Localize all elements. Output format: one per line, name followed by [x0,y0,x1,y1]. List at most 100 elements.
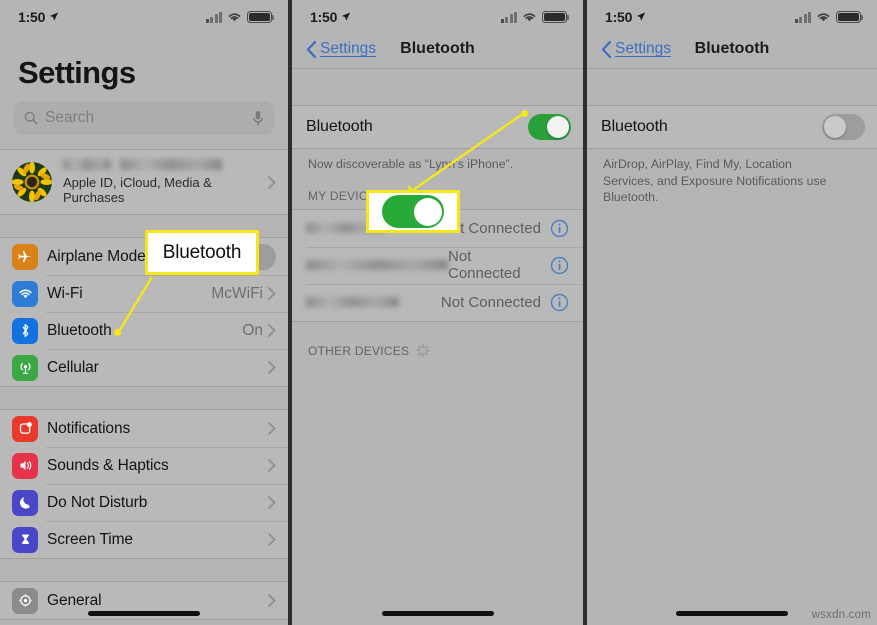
back-button[interactable]: Settings [601,40,671,58]
info-circle-icon[interactable] [550,293,569,312]
chevron-right-icon [268,533,276,546]
phone-panel-bluetooth-off: 1:50 Settings Bluetooth Bluetooth AirDro… [587,0,877,625]
sidebar-item-bluetooth[interactable]: Bluetooth On [0,312,288,349]
row-label: Notifications [47,419,131,437]
other-devices-header: OTHER DEVICES [292,322,583,364]
apple-id-row[interactable]: Apple ID, iCloud, Media & Purchases [0,150,288,214]
search-placeholder: Search [45,109,95,126]
airplane-icon [12,243,38,270]
chevron-right-icon [268,594,276,607]
device-row[interactable]: Not Connected [292,283,583,321]
device-row[interactable]: Not Connected [292,246,583,284]
battery-icon [836,11,864,23]
sidebar-item-wifi[interactable]: Wi-Fi McWiFi [0,275,288,312]
cellular-bars-icon [205,11,222,23]
location-arrow-icon [637,11,646,21]
bluetooth-toggle-group: Bluetooth [587,105,877,149]
chevron-right-icon [268,361,276,374]
home-indicator [676,611,788,616]
alerts-group: Notifications Sounds & Haptics Do Not Di… [0,409,288,559]
bluetooth-toggle-group: Bluetooth [292,105,583,149]
chevron-right-icon [268,287,276,300]
device-name-redacted [306,260,448,271]
sidebar-item-do-not-disturb[interactable]: Do Not Disturb [0,484,288,521]
row-label: Wi-Fi [47,284,83,302]
device-row[interactable]: Not Connected [292,210,583,247]
status-bar: 1:50 [0,0,288,30]
my-devices-header: MY DEVICES [308,188,385,203]
bluetooth-toggle[interactable] [528,114,571,140]
screenshot-stage: 1:50 Settings Search Apple ID, iCloud, M… [0,0,877,625]
info-circle-icon[interactable] [550,219,569,238]
page-title: Settings [18,55,136,90]
chevron-left-icon [601,40,612,58]
chevron-right-icon [268,459,276,472]
wifi-icon [228,13,241,22]
apple-id-subtitle: Apple ID, iCloud, Media & Purchases [63,175,212,205]
row-value: McWiFi [211,284,263,302]
battery-icon [247,11,275,23]
home-indicator [381,611,494,616]
info-circle-icon[interactable] [550,256,569,275]
row-value: On [242,321,263,339]
search-input[interactable]: Search [14,101,274,135]
speaker-icon [12,452,38,479]
activity-spinner-icon [416,344,430,358]
moon-icon [12,489,38,516]
row-label: Screen Time [47,530,133,548]
bluetooth-toggle-row[interactable]: Bluetooth [292,106,583,148]
phone-panel-bluetooth-on: 1:50 Settings Bluetooth Bluetooth Now di… [292,0,583,625]
cellular-bars-icon [794,11,811,23]
bluetooth-usage-footnote: AirDrop, AirPlay, Find My, Location Serv… [603,157,827,205]
device-status: Not Connected [440,219,541,237]
chevron-right-icon [268,175,276,189]
status-time: 1:50 [18,9,46,25]
notifications-icon [12,415,38,442]
sidebar-item-sounds-haptics[interactable]: Sounds & Haptics [0,447,288,484]
back-button[interactable]: Settings [306,40,376,58]
device-name-redacted [306,223,441,234]
microphone-icon[interactable] [252,110,264,127]
connectivity-group: Airplane Mode Wi-Fi McWiFi Bluetooth On … [0,237,288,387]
home-indicator [88,611,200,616]
row-label: Cellular [47,358,99,376]
status-time: 1:50 [310,9,338,25]
apple-id-group: Apple ID, iCloud, Media & Purchases [0,149,288,215]
wifi-icon [817,13,830,22]
account-name-redacted [63,159,268,170]
wifi-icon [12,280,38,307]
location-arrow-icon [50,11,59,21]
device-status: Not Connected [448,248,521,283]
back-label: Settings [615,40,672,57]
cellular-antenna-icon [12,354,38,381]
row-label: Sounds & Haptics [47,456,169,474]
row-label: Bluetooth [47,321,112,339]
device-name-redacted [306,297,441,308]
watermark: wsxdn.com [811,609,871,621]
chevron-right-icon [268,324,276,337]
sidebar-item-airplane-mode[interactable]: Airplane Mode [0,238,288,275]
location-arrow-icon [342,11,351,21]
bluetooth-label: Bluetooth [601,118,668,135]
bluetooth-icon [12,317,38,344]
airplane-mode-toggle[interactable] [233,243,276,270]
sidebar-item-cellular[interactable]: Cellular [0,349,288,386]
row-label: Airplane Mode [47,247,146,265]
hourglass-icon [12,526,38,553]
bluetooth-toggle-row[interactable]: Bluetooth [587,106,877,148]
nav-bar: Settings Bluetooth [292,30,583,68]
status-bar: 1:50 [587,0,877,30]
chevron-right-icon [268,496,276,509]
row-label: General [47,591,102,609]
gear-icon [12,587,38,614]
bluetooth-toggle[interactable] [822,114,865,140]
chevron-right-icon [268,422,276,435]
back-label: Settings [320,40,377,57]
sidebar-item-notifications[interactable]: Notifications [0,410,288,447]
cellular-bars-icon [500,11,517,23]
wifi-icon [523,13,536,22]
nav-bar: Settings Bluetooth [587,30,877,68]
chevron-left-icon [306,40,317,58]
sidebar-item-screen-time[interactable]: Screen Time [0,521,288,558]
my-devices-group: Not Connected Not Connected Not Connecte… [292,208,583,322]
